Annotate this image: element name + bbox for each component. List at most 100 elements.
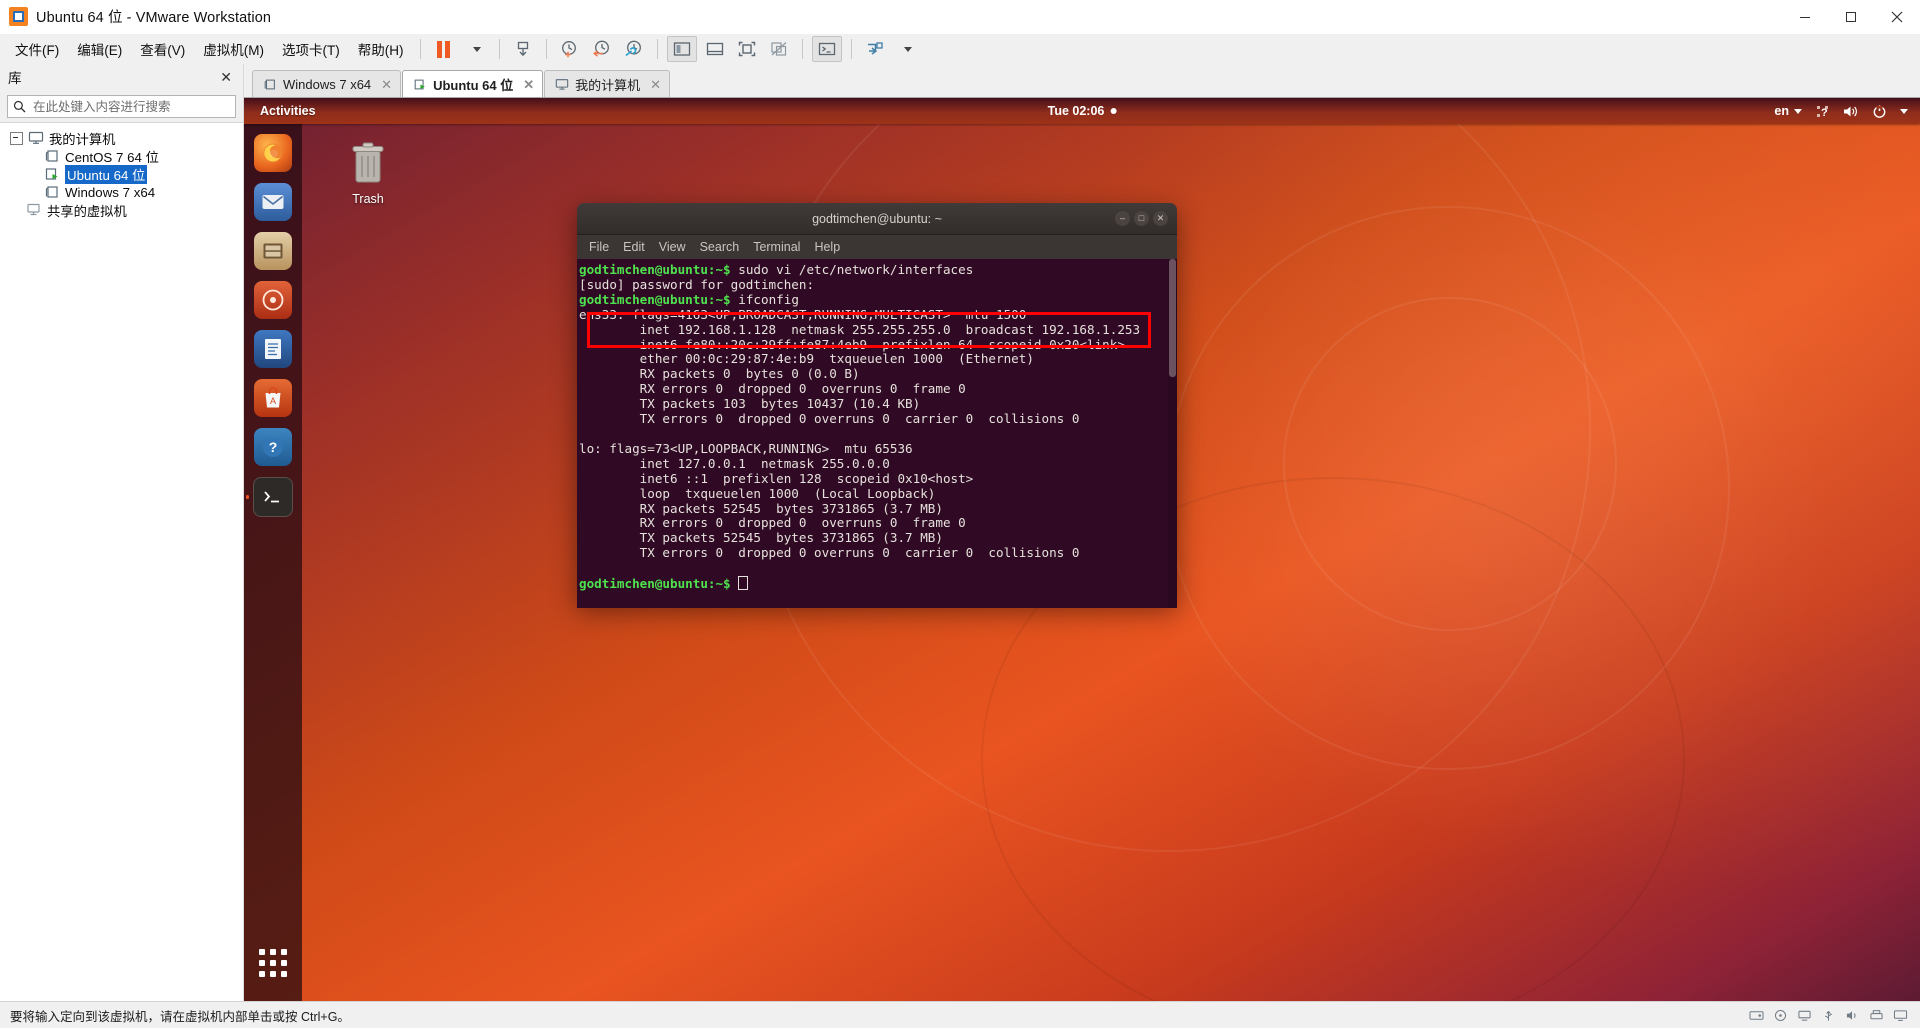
tree-node-my-computer[interactable]: 我的计算机	[0, 129, 243, 147]
close-icon[interactable]: ✕	[1153, 211, 1168, 226]
tab-close-icon[interactable]: ✕	[650, 77, 661, 93]
menu-vm[interactable]: 虚拟机(M)	[194, 35, 273, 63]
ubuntu-desktop: Activities Tue 02:06 en ? A ? Trash godt…	[244, 98, 1920, 1001]
thunderbird-mail-icon[interactable]	[254, 183, 292, 221]
tab-label: Windows 7 x64	[283, 77, 372, 92]
cd-dvd-icon[interactable]	[1773, 1009, 1788, 1022]
tree-node-windows7[interactable]: Windows 7 x64	[0, 183, 243, 201]
menu-file[interactable]: 文件(F)	[6, 35, 68, 63]
show-applications-icon[interactable]	[259, 949, 287, 977]
system-indicators: en ?	[1774, 104, 1920, 119]
terminal-text: inet 192.168.1.128 netmask 255.255.255.0…	[579, 321, 1141, 337]
dropdown-caret-icon[interactable]	[462, 37, 490, 61]
terminal-icon[interactable]	[253, 477, 293, 517]
power-icon[interactable]	[1872, 104, 1887, 119]
help-icon[interactable]: ?	[254, 428, 292, 466]
libreoffice-writer-icon[interactable]	[254, 330, 292, 368]
terminal-menu-file[interactable]: File	[589, 240, 609, 254]
tab-windows-7-x64[interactable]: Windows 7 x64 ✕	[252, 70, 402, 98]
terminal-scrollbar[interactable]	[1168, 259, 1177, 608]
terminal-prompt: godtimchen@ubuntu:~$	[579, 262, 731, 277]
vm-icon	[264, 79, 275, 90]
question-mark-glyph-icon: ?	[263, 437, 283, 457]
terminal-text: TX packets 103 bytes 10437 (10.4 KB)	[579, 396, 921, 412]
library-close-icon[interactable]: ✕	[217, 69, 235, 86]
usb-icon[interactable]	[1821, 1009, 1836, 1022]
terminal-line	[577, 427, 1177, 442]
terminal-text: inet 127.0.0.1 netmask 255.0.0.0	[579, 455, 890, 471]
tab-ubuntu-64[interactable]: Ubuntu 64 位 ✕	[402, 70, 544, 98]
view-caret-icon[interactable]	[893, 37, 921, 61]
terminal-line: inet 192.168.1.128 netmask 255.255.255.0…	[577, 321, 1177, 338]
main-body: 库 ✕ 我的计算机	[0, 64, 1920, 1001]
files-nautilus-icon[interactable]	[254, 232, 292, 270]
close-button[interactable]	[1874, 0, 1920, 33]
terminal-menu-view[interactable]: View	[659, 240, 686, 254]
minimize-button[interactable]	[1782, 0, 1828, 33]
tab-label: Ubuntu 64 位	[433, 78, 514, 93]
activities-button[interactable]: Activities	[260, 104, 316, 118]
clock-area[interactable]: Tue 02:06	[1048, 104, 1117, 118]
terminal-line: lo: flags=73<UP,LOOPBACK,RUNNING> mtu 65…	[577, 441, 1177, 457]
terminal-window[interactable]: godtimchen@ubuntu: ~ – □ ✕ File Edit Vie…	[577, 203, 1177, 608]
accessibility-icon[interactable]: ?	[1815, 104, 1830, 119]
terminal-text: TX errors 0 dropped 0 overruns 0 carrier…	[579, 545, 1080, 561]
snapshot-take-icon[interactable]	[556, 37, 584, 61]
terminal-title-bar: godtimchen@ubuntu: ~ – □ ✕	[577, 203, 1177, 235]
desktop-icon-trash[interactable]: Trash	[329, 140, 407, 206]
maximize-icon[interactable]: □	[1134, 211, 1149, 226]
console-view-icon[interactable]	[811, 36, 842, 62]
tab-close-icon[interactable]: ✕	[381, 77, 392, 93]
unity-mode-icon[interactable]	[765, 37, 793, 61]
hard-disk-icon[interactable]	[1749, 1009, 1764, 1022]
terminal-line: RX packets 52545 bytes 3731865 (3.7 MB)	[577, 501, 1177, 517]
firefox-icon[interactable]	[254, 134, 292, 172]
snapshot-revert-icon[interactable]	[588, 37, 616, 61]
snapshot-manager-icon[interactable]	[620, 37, 648, 61]
terminal-text: ens33: flags=4163<UP,BROADCAST,RUNNING,M…	[579, 306, 1027, 322]
svg-text:?: ?	[269, 439, 278, 455]
full-screen-icon[interactable]	[733, 37, 761, 61]
tree-node-shared-vms[interactable]: 共享的虚拟机	[0, 201, 243, 219]
tree-node-centos[interactable]: CentOS 7 64 位	[0, 147, 243, 165]
tab-close-icon[interactable]: ✕	[523, 77, 534, 93]
expand-collapse-icon[interactable]	[10, 131, 23, 145]
send-ctrl-alt-del-icon[interactable]	[509, 37, 537, 61]
network-adapter-icon[interactable]	[1797, 1009, 1812, 1022]
minimize-icon[interactable]: –	[1115, 211, 1130, 226]
printer-icon[interactable]	[1869, 1009, 1884, 1022]
computer-icon	[28, 131, 44, 144]
display-icon[interactable]	[1893, 1009, 1908, 1022]
pause-icon[interactable]	[430, 37, 458, 61]
menu-tabs[interactable]: 选项卡(T)	[273, 35, 349, 63]
tree-node-ubuntu[interactable]: Ubuntu 64 位	[0, 164, 243, 184]
maximize-button[interactable]	[1828, 0, 1874, 33]
sound-icon[interactable]	[1845, 1009, 1860, 1022]
view-layout-icon[interactable]	[861, 37, 889, 61]
keyboard-layout-indicator[interactable]: en	[1774, 104, 1802, 118]
terminal-output[interactable]: godtimchen@ubuntu:~$ sudo vi /etc/networ…	[577, 259, 1177, 608]
trash-icon	[352, 142, 384, 183]
library-sidebar: 库 ✕ 我的计算机	[0, 64, 244, 1001]
volume-icon[interactable]	[1843, 104, 1859, 119]
ubuntu-software-icon[interactable]: A	[254, 379, 292, 417]
terminal-menu-terminal[interactable]: Terminal	[753, 240, 800, 254]
menu-edit[interactable]: 编辑(E)	[68, 35, 131, 63]
system-menu-caret-icon[interactable]	[1900, 108, 1908, 114]
menu-view[interactable]: 查看(V)	[131, 35, 194, 63]
search-input[interactable]	[31, 98, 230, 115]
terminal-menu-help[interactable]: Help	[814, 240, 840, 254]
terminal-menu-search[interactable]: Search	[700, 240, 740, 254]
tab-my-computer[interactable]: 我的计算机 ✕	[544, 70, 671, 98]
show-thumbnail-bar-icon[interactable]	[701, 37, 729, 61]
status-bar: 要将输入定向到该虚拟机，请在虚拟机内部单击或按 Ctrl+G。	[0, 1001, 1920, 1028]
software-bag-glyph-icon: A	[265, 387, 281, 408]
terminal-menu-edit[interactable]: Edit	[623, 240, 645, 254]
rhythmbox-music-icon[interactable]	[254, 281, 292, 319]
search-box[interactable]	[7, 95, 236, 118]
show-library-icon[interactable]	[666, 36, 697, 62]
terminal-menu-bar: File Edit View Search Terminal Help	[577, 235, 1177, 259]
menu-help[interactable]: 帮助(H)	[349, 35, 413, 63]
library-title: 库	[8, 71, 22, 86]
